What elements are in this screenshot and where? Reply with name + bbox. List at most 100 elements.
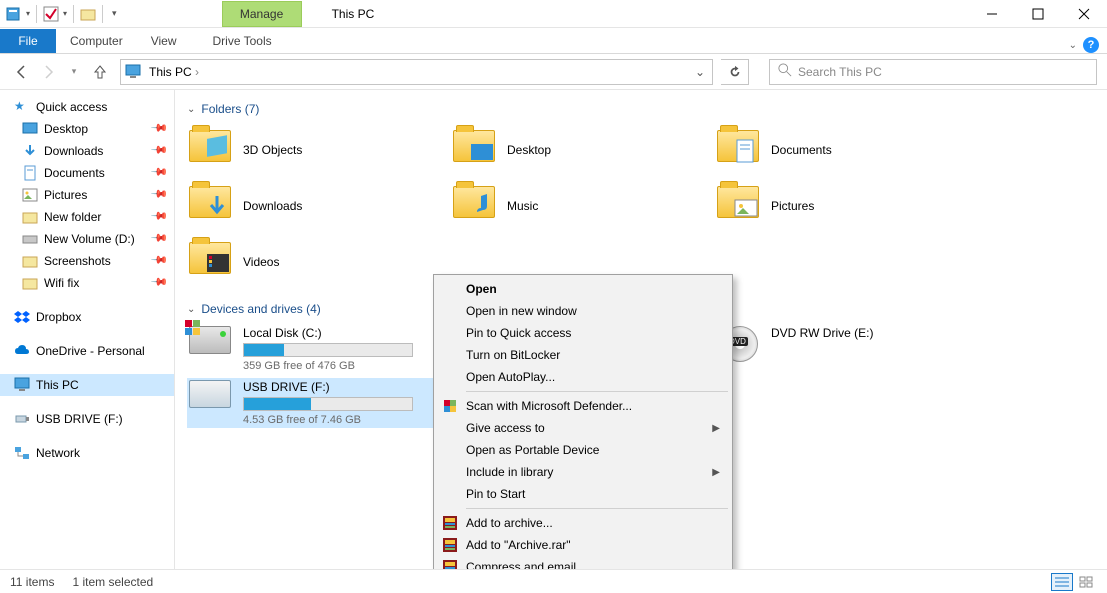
- help-icon[interactable]: ?: [1083, 37, 1099, 53]
- breadcrumb[interactable]: This PC ›: [149, 65, 199, 79]
- folder-icon: [453, 130, 499, 170]
- drive-label: USB DRIVE (F:): [243, 380, 435, 394]
- back-button[interactable]: [10, 60, 34, 84]
- context-menu-item[interactable]: Pin to Quick access: [436, 322, 730, 344]
- address-dropdown-icon[interactable]: ⌄: [692, 65, 708, 79]
- recent-locations-button[interactable]: ▾: [62, 60, 86, 84]
- context-menu-item[interactable]: Open AutoPlay...: [436, 366, 730, 388]
- nav-item-label: New folder: [44, 210, 101, 224]
- file-tab[interactable]: File: [0, 29, 56, 53]
- folder-item[interactable]: Videos: [187, 236, 437, 288]
- address-bar[interactable]: This PC › ⌄: [120, 59, 713, 85]
- address-bar-row: ▾ This PC › ⌄ Search This PC: [0, 54, 1107, 90]
- nav-quick-access[interactable]: ★Quick access: [0, 96, 174, 118]
- tab-computer[interactable]: Computer: [56, 29, 137, 53]
- view-details-button[interactable]: [1051, 573, 1073, 591]
- nav-item-label: Pictures: [44, 188, 87, 202]
- folder-icon: [22, 143, 38, 159]
- folder-label: 3D Objects: [243, 143, 302, 157]
- folder-item[interactable]: Pictures: [715, 180, 965, 232]
- drive-item[interactable]: USB DRIVE (F:) 4.53 GB free of 7.46 GB: [187, 378, 437, 428]
- context-menu-item[interactable]: Include in library▶: [436, 461, 730, 483]
- checkbox-icon[interactable]: [43, 6, 59, 22]
- context-menu-item[interactable]: Compress and email...: [436, 556, 730, 569]
- search-icon: [778, 63, 792, 80]
- context-menu-item[interactable]: Pin to Start: [436, 483, 730, 505]
- star-icon: ★: [14, 99, 30, 115]
- nav-pinned-item[interactable]: Downloads 📌: [0, 140, 174, 162]
- nav-pinned-item[interactable]: New Volume (D:) 📌: [0, 228, 174, 250]
- pin-icon: 📌: [150, 140, 172, 162]
- folder-item[interactable]: Desktop: [451, 124, 701, 176]
- quick-access-toolbar: ▾ ▾ ▾: [0, 5, 126, 23]
- nav-onedrive[interactable]: OneDrive - Personal: [0, 340, 174, 362]
- new-folder-icon[interactable]: [80, 6, 96, 22]
- nav-pinned-item[interactable]: Desktop 📌: [0, 118, 174, 140]
- search-input[interactable]: Search This PC: [769, 59, 1097, 85]
- folder-icon: [717, 186, 763, 226]
- nav-item-label: Documents: [44, 166, 105, 180]
- context-menu-item[interactable]: Scan with Microsoft Defender...: [436, 395, 730, 417]
- context-menu-item[interactable]: Open: [436, 278, 730, 300]
- context-menu-item[interactable]: Turn on BitLocker: [436, 344, 730, 366]
- folder-item[interactable]: Downloads: [187, 180, 437, 232]
- tab-drive-tools[interactable]: Drive Tools: [202, 29, 281, 53]
- rar-icon: [442, 559, 458, 569]
- nav-pinned-item[interactable]: Pictures 📌: [0, 184, 174, 206]
- collapse-ribbon-icon[interactable]: ⌄: [1069, 40, 1077, 51]
- pin-icon: 📌: [150, 162, 172, 184]
- qat-customize-icon[interactable]: ▾: [109, 8, 120, 19]
- nav-pinned-item[interactable]: Wifi fix 📌: [0, 272, 174, 294]
- nav-this-pc[interactable]: This PC: [0, 374, 174, 396]
- nav-pinned-item[interactable]: New folder 📌: [0, 206, 174, 228]
- group-header-folders[interactable]: ⌄Folders (7): [187, 102, 1095, 116]
- drive-icon: [22, 231, 38, 247]
- context-menu-label: Open: [466, 282, 497, 296]
- tab-view[interactable]: View: [137, 29, 191, 53]
- folder-icon: [22, 253, 38, 269]
- folder-item[interactable]: Music: [451, 180, 701, 232]
- status-selected-count: 1 item selected: [72, 575, 153, 589]
- folder-item[interactable]: 3D Objects: [187, 124, 437, 176]
- nav-pinned-item[interactable]: Screenshots 📌: [0, 250, 174, 272]
- context-menu-label: Pin to Start: [466, 487, 525, 501]
- qat-chevron-icon[interactable]: ▾: [63, 9, 67, 18]
- context-menu-item[interactable]: Add to archive...: [436, 512, 730, 534]
- nav-dropbox[interactable]: Dropbox: [0, 306, 174, 328]
- qat-chevron-icon[interactable]: ▾: [26, 9, 30, 18]
- pin-icon: 📌: [150, 228, 172, 250]
- drive-icon: [189, 326, 235, 366]
- context-menu-item[interactable]: Open in new window: [436, 300, 730, 322]
- drive-item[interactable]: DVD RW Drive (E:): [715, 324, 965, 374]
- context-menu-label: Add to "Archive.rar": [466, 538, 571, 552]
- minimize-button[interactable]: [969, 0, 1015, 28]
- folder-item[interactable]: Documents: [715, 124, 965, 176]
- forward-button[interactable]: [36, 60, 60, 84]
- refresh-button[interactable]: [721, 59, 749, 85]
- submenu-arrow-icon: ▶: [712, 467, 720, 478]
- folder-icon: [22, 209, 38, 225]
- context-menu-item[interactable]: Open as Portable Device: [436, 439, 730, 461]
- manage-contextual-tab[interactable]: Manage: [222, 1, 302, 27]
- maximize-button[interactable]: [1015, 0, 1061, 28]
- nav-pinned-item[interactable]: Documents 📌: [0, 162, 174, 184]
- context-menu-label: Open as Portable Device: [466, 443, 599, 457]
- up-button[interactable]: [88, 60, 112, 84]
- view-large-icons-button[interactable]: [1075, 573, 1097, 591]
- close-button[interactable]: [1061, 0, 1107, 28]
- status-bar: 11 items 1 item selected: [0, 569, 1107, 593]
- nav-usb-drive[interactable]: USB DRIVE (F:): [0, 408, 174, 430]
- context-menu-label: Compress and email...: [466, 560, 586, 569]
- status-item-count: 11 items: [10, 575, 54, 589]
- drive-item[interactable]: Local Disk (C:) 359 GB free of 476 GB: [187, 324, 437, 374]
- nav-network[interactable]: Network: [0, 442, 174, 464]
- folder-icon: [22, 165, 38, 181]
- context-menu-item[interactable]: Give access to▶: [436, 417, 730, 439]
- properties-icon[interactable]: [6, 6, 22, 22]
- context-menu-item[interactable]: Add to "Archive.rar": [436, 534, 730, 556]
- content-pane: ⌄Folders (7) 3D Objects Desktop Document…: [175, 90, 1107, 569]
- folder-icon: [22, 275, 38, 291]
- rar-icon: [442, 537, 458, 553]
- nav-item-label: Downloads: [44, 144, 103, 158]
- nav-item-label: Screenshots: [44, 254, 111, 268]
